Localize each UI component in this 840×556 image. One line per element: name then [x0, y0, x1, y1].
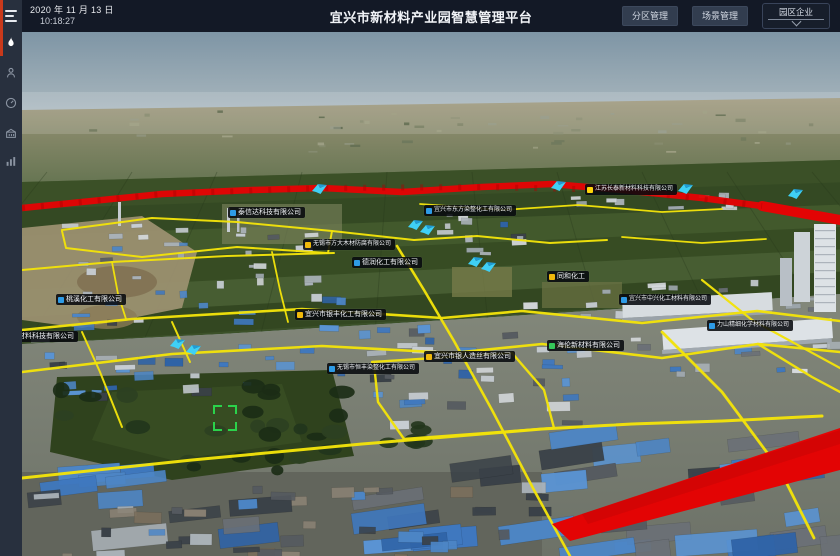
- sidebar-item-gauge-monitor[interactable]: [0, 91, 22, 115]
- company-marker-icon: [297, 312, 303, 318]
- person-icon: [4, 66, 18, 80]
- bird-marker-icon[interactable]: [481, 261, 496, 279]
- company-label[interactable]: 宜兴市银人造丝有限公司: [424, 351, 515, 362]
- sidebar-item-fire-monitor[interactable]: [0, 31, 22, 55]
- company-marker-icon: [305, 242, 311, 248]
- company-label[interactable]: 德润化工有限公司: [352, 257, 422, 268]
- company-marker-icon: [426, 354, 432, 360]
- hamburger-icon: [5, 10, 17, 22]
- company-label[interactable]: 力山精细化学材料有限公司: [707, 320, 793, 331]
- selection-reticle: [213, 405, 237, 431]
- company-marker-icon: [587, 187, 593, 193]
- company-label[interactable]: 桃溪化工有限公司: [56, 294, 126, 305]
- company-label[interactable]: 宜城新材料科技有限公司: [22, 331, 78, 342]
- company-label[interactable]: 宜兴市东方染整化工有限公司: [424, 205, 516, 216]
- company-label[interactable]: 同和化工: [547, 271, 589, 282]
- bird-marker-icon[interactable]: [420, 224, 435, 242]
- company-label[interactable]: 海伦新材料有限公司: [547, 340, 624, 351]
- company-label[interactable]: 江苏长泰新材料科技有限公司: [585, 184, 677, 195]
- park-enterprise-dropdown[interactable]: 园区企业: [762, 3, 830, 29]
- bird-marker-icon[interactable]: [170, 338, 185, 356]
- left-toolbar: [0, 0, 22, 556]
- company-label[interactable]: 无锡市恒丰染整化工有限公司: [327, 363, 419, 374]
- company-marker-icon: [549, 274, 555, 280]
- map-viewport[interactable]: 泰信达科技有限公司 宜兴市东方染整化工有限公司 无锡市方大木材防腐有限公司 德润…: [22, 32, 840, 556]
- top-header: 2020 年 11 月 13 日 10:18:27 宜兴市新材料产业园智慧管理平…: [22, 0, 840, 32]
- company-label[interactable]: 无锡市方大木材防腐有限公司: [303, 239, 395, 250]
- bar-chart-icon: [4, 154, 18, 168]
- bird-marker-icon[interactable]: [551, 180, 566, 198]
- bird-marker-icon[interactable]: [186, 344, 201, 362]
- bird-marker-icon[interactable]: [788, 188, 803, 206]
- scene-management-button[interactable]: 场景管理: [692, 6, 748, 26]
- flame-icon: [4, 36, 18, 50]
- company-marker-icon: [58, 297, 64, 303]
- company-marker-icon: [329, 366, 335, 372]
- company-marker-icon: [621, 297, 627, 303]
- gauge-icon: [4, 96, 18, 110]
- map-overlays: 泰信达科技有限公司 宜兴市东方染整化工有限公司 无锡市方大木材防腐有限公司 德润…: [22, 32, 840, 556]
- factory-icon: [4, 126, 18, 140]
- zone-management-button[interactable]: 分区管理: [622, 6, 678, 26]
- smart-park-platform-window: 2020 年 11 月 13 日 10:18:27 宜兴市新材料产业园智慧管理平…: [0, 0, 840, 556]
- company-marker-icon: [230, 210, 236, 216]
- company-label[interactable]: 宜兴市中兴化工材料有限公司: [619, 294, 711, 305]
- company-marker-icon: [549, 343, 555, 349]
- hamburger-menu-button[interactable]: [0, 4, 22, 28]
- company-marker-icon: [426, 208, 432, 214]
- sidebar-item-personnel[interactable]: [0, 61, 22, 85]
- sidebar-item-statistics[interactable]: [0, 149, 22, 173]
- company-label[interactable]: 泰信达科技有限公司: [228, 207, 305, 218]
- company-marker-icon: [709, 323, 715, 329]
- company-label[interactable]: 宜兴市银丰化工有限公司: [295, 309, 386, 320]
- bird-marker-icon[interactable]: [312, 183, 327, 201]
- company-marker-icon: [354, 260, 360, 266]
- sidebar-item-enterprise-building[interactable]: [0, 121, 22, 145]
- bird-marker-icon[interactable]: [678, 183, 693, 201]
